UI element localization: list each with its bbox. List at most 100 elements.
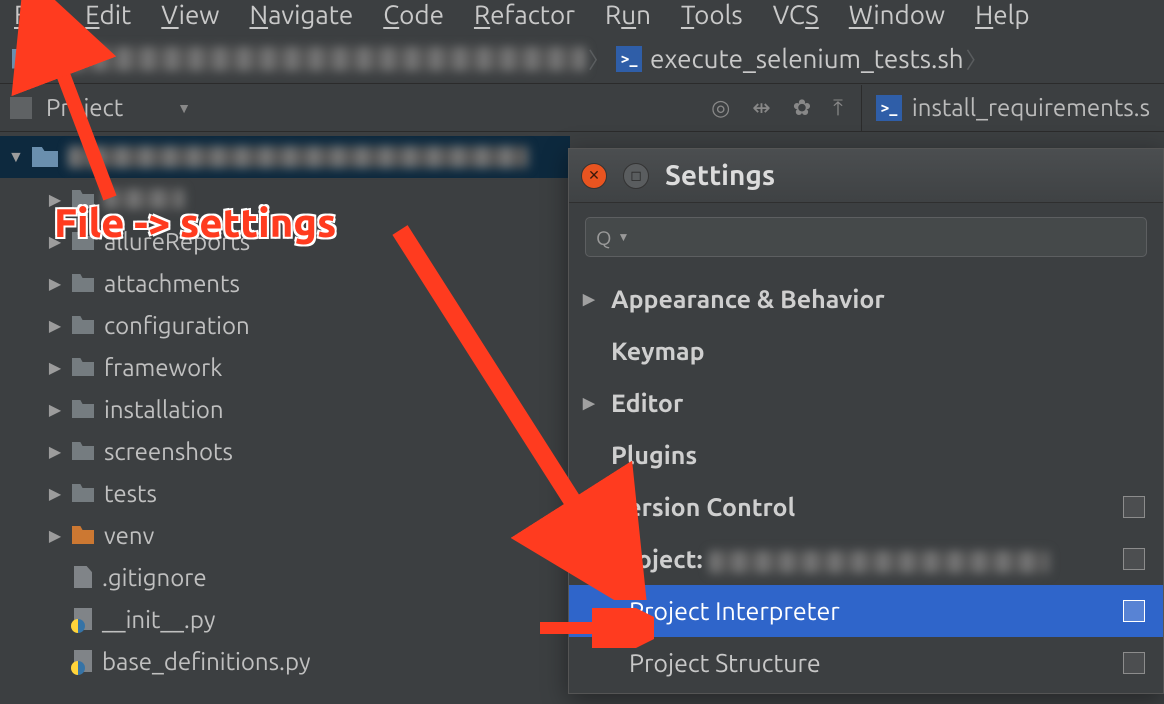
tree-item-allure[interactable]: ▶ allureReports (0, 220, 570, 262)
settings-label-prefix: Project: (611, 545, 709, 573)
tree-item-venv[interactable]: ▶ venv (0, 514, 570, 556)
settings-label: Project Interpreter (629, 597, 840, 625)
tree-label: .gitignore (102, 564, 207, 591)
tree-label: attachments (104, 270, 240, 297)
tree-item-installation[interactable]: ▶ installation (0, 388, 570, 430)
tree-item-basedefs[interactable]: base_definitions.py (0, 640, 570, 682)
tree-item-framework[interactable]: ▶ framework (0, 346, 570, 388)
menu-run[interactable]: Run (605, 0, 651, 29)
tree-label: screenshots (104, 438, 233, 465)
tree-item-screenshots[interactable]: ▶ screenshots (0, 430, 570, 472)
tree-root[interactable]: ▼ project_root_obscured (0, 136, 570, 178)
editor-tab[interactable]: >_ install_requirements.s (861, 85, 1164, 131)
breadcrumb: project_name_obscured 〉 >_ execute_selen… (0, 34, 1164, 84)
breadcrumb-project[interactable]: project_name_obscured 〉 (12, 47, 600, 71)
tree-item-gitignore[interactable]: .gitignore (0, 556, 570, 598)
settings-project-name: obscured_project_name (709, 551, 1049, 573)
settings-editor[interactable]: ▶ Editor (569, 377, 1163, 429)
text-file-icon (74, 566, 92, 588)
chevron-down-icon[interactable]: ▼ (618, 230, 630, 244)
settings-label: Project Structure (629, 649, 821, 677)
breadcrumb-file[interactable]: >_ execute_selenium_tests.sh 〉 (600, 44, 978, 73)
tree-label: tests (104, 480, 157, 507)
tree-label: allureReports (104, 228, 250, 255)
editor-tab-label: install_requirements.s (912, 94, 1150, 121)
tree-item-attachments[interactable]: ▶ attachments (0, 262, 570, 304)
tree-item-cache[interactable]: ▶ cache (0, 178, 570, 220)
disclosure-closed-icon[interactable]: ▶ (48, 400, 62, 419)
disclosure-closed-icon[interactable]: ▶ (48, 484, 62, 503)
tree-label: framework (104, 354, 222, 381)
menu-window[interactable]: Window (849, 0, 945, 29)
tree-label: installation (104, 396, 224, 423)
tree-label: base_definitions.py (102, 648, 311, 675)
menu-navigate[interactable]: Navigate (249, 0, 353, 29)
settings-project-structure[interactable]: Project Structure (569, 637, 1163, 689)
menu-code[interactable]: Code (383, 0, 444, 29)
shell-script-icon: >_ (876, 95, 902, 121)
tree-item-tests[interactable]: ▶ tests (0, 472, 570, 514)
menu-view[interactable]: View (161, 0, 219, 29)
folder-icon (12, 49, 38, 69)
gear-icon[interactable]: ✿ (793, 95, 811, 121)
settings-dialog: ✕ ◻ Settings Q ▼ ▶ Appearance & Behavior… (568, 148, 1164, 694)
chevron-right-icon: 〉 (972, 34, 982, 84)
menu-refactor[interactable]: Refactor (474, 0, 575, 29)
project-tool-label[interactable]: Project (46, 94, 123, 121)
menu-tools[interactable]: Tools (681, 0, 743, 29)
menu-file[interactable]: File (14, 0, 55, 29)
disclosure-open-icon[interactable]: ▼ (8, 148, 22, 167)
tree-label: __init__.py (102, 606, 215, 633)
folder-icon (32, 147, 58, 167)
window-close-button[interactable]: ✕ (581, 163, 607, 189)
breadcrumb-file-name: execute_selenium_tests.sh (650, 44, 964, 73)
disclosure-closed-icon[interactable]: ▶ (583, 394, 599, 412)
tree-root-label: project_root_obscured (68, 146, 528, 168)
settings-tree: ▶ Appearance & Behavior Keymap ▶ Editor … (569, 269, 1163, 693)
settings-search[interactable]: Q ▼ (585, 217, 1147, 257)
settings-project[interactable]: ▼ Project: obscured_project_name (569, 533, 1163, 585)
folder-icon (72, 274, 94, 292)
settings-plugins[interactable]: Plugins (569, 429, 1163, 481)
tree-item-init[interactable]: __init__.py (0, 598, 570, 640)
folder-icon (72, 232, 94, 250)
window-minimize-button[interactable]: ◻ (623, 163, 649, 189)
disclosure-closed-icon[interactable]: ▶ (48, 358, 62, 377)
settings-label: Version Control (611, 493, 795, 521)
copy-profile-icon[interactable] (1123, 548, 1145, 570)
tree-label: cache (104, 189, 184, 209)
disclosure-closed-icon[interactable]: ▶ (48, 526, 62, 545)
folder-icon (72, 442, 94, 460)
disclosure-closed-icon[interactable]: ▶ (583, 290, 599, 308)
menu-edit[interactable]: Edit (85, 0, 131, 29)
disclosure-closed-icon[interactable]: ▶ (48, 232, 62, 251)
disclosure-open-icon[interactable]: ▼ (583, 550, 599, 568)
copy-profile-icon[interactable] (1123, 600, 1145, 622)
copy-profile-icon[interactable] (1123, 496, 1145, 518)
folder-icon (72, 316, 94, 334)
settings-label: Editor (611, 389, 683, 417)
tree-item-configuration[interactable]: ▶ configuration (0, 304, 570, 346)
disclosure-closed-icon[interactable]: ▶ (48, 190, 62, 209)
menu-vcs[interactable]: VCS (773, 0, 819, 29)
menu-help[interactable]: Help (975, 0, 1030, 29)
search-input[interactable] (635, 226, 1136, 249)
settings-version-control[interactable]: Version Control (569, 481, 1163, 533)
target-icon[interactable]: ◎ (711, 95, 730, 121)
settings-appearance[interactable]: ▶ Appearance & Behavior (569, 273, 1163, 325)
settings-label: Keymap (611, 337, 705, 365)
folder-icon (72, 190, 94, 208)
copy-profile-icon[interactable] (1123, 652, 1145, 674)
dialog-title: Settings (665, 160, 775, 191)
disclosure-closed-icon[interactable]: ▶ (48, 316, 62, 335)
dialog-titlebar[interactable]: ✕ ◻ Settings (569, 149, 1163, 203)
chevron-down-icon[interactable]: ▼ (177, 100, 191, 116)
divide-icon[interactable]: ⇹ (752, 95, 770, 121)
settings-project-interpreter[interactable]: Project Interpreter (569, 585, 1163, 637)
collapse-icon[interactable]: ⤒ (833, 95, 843, 121)
tree-label: venv (104, 522, 154, 549)
disclosure-closed-icon[interactable]: ▶ (48, 442, 62, 461)
settings-keymap[interactable]: Keymap (569, 325, 1163, 377)
tree-label: configuration (104, 312, 250, 339)
disclosure-closed-icon[interactable]: ▶ (48, 274, 62, 293)
